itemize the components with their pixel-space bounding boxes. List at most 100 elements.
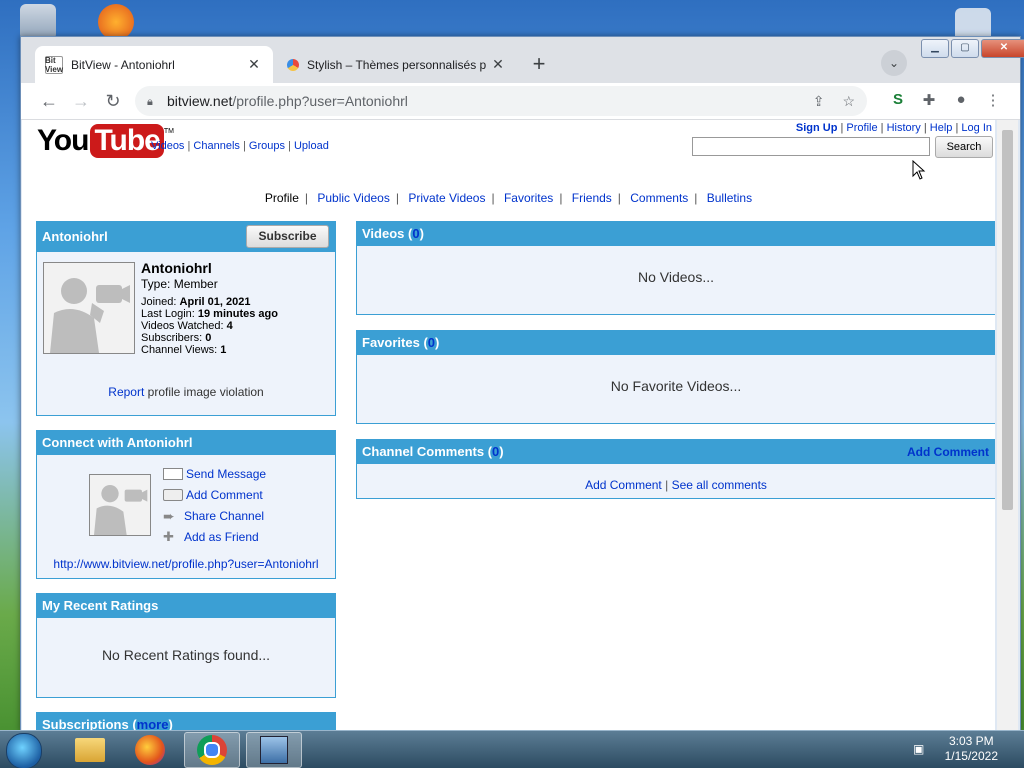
subscribe-button[interactable]: Subscribe [246,225,329,248]
last-login-value: 19 minutes ago [197,308,278,320]
profile-nav-current: Profile [264,191,299,205]
page-scrollbar[interactable] [997,120,1018,730]
reload-icon[interactable]: ↻ [101,89,125,113]
videos-title: Videos [362,226,405,241]
firefox-icon[interactable] [122,732,178,768]
help-link[interactable]: Help [930,122,953,134]
profile-nav-public-videos[interactable]: Public Videos [317,191,390,205]
recycle-bin-icon[interactable] [20,4,56,40]
tab-stylish[interactable]: Stylish – Thèmes personnalisés p ✕ [277,46,517,83]
nav-groups[interactable]: Groups [249,140,285,152]
share-channel-row[interactable]: ➨ Share Channel [163,509,264,523]
search-input[interactable] [692,137,930,156]
profile-nav-favorites[interactable]: Favorites [504,191,553,205]
profile-url-link[interactable]: http://www.bitview.net/profile.php?user=… [37,557,335,571]
profile-link[interactable]: Profile [846,122,877,134]
profile-info: Antoniohrl Type: Member Joined: April 01… [141,260,278,356]
sign-up-link[interactable]: Sign Up [796,122,838,134]
comment-icon [163,489,183,501]
stylish-extension-icon[interactable]: S [887,91,909,108]
nav-upload[interactable]: Upload [294,140,329,152]
subscribers-label: Subscribers: [141,332,203,344]
channel-views-label: Channel Views: [141,344,218,356]
web-page: You Tube TM Videos | Channels | Groups |… [22,120,995,730]
videos-box: Videos (0) No Videos... [356,221,995,315]
profile-name: Antoniohrl [141,260,212,276]
videos-watched-label: Videos Watched: [141,320,224,332]
joined-label: Joined: [141,296,177,308]
add-comment-row[interactable]: Add Comment [163,488,263,502]
send-message-link[interactable]: Send Message [186,467,266,481]
share-arrow-icon: ➨ [163,508,175,524]
maximize-button[interactable]: ▢ [951,39,979,58]
profile-box-title: Antoniohrl [42,229,108,244]
forward-arrow-icon[interactable]: → [69,89,93,113]
minimize-button[interactable]: ▁ [921,39,949,58]
ratings-box: My Recent Ratings No Recent Ratings foun… [36,593,336,698]
add-comment-link[interactable]: Add Comment [186,488,263,502]
start-button[interactable] [6,733,42,768]
send-message-row[interactable]: Send Message [163,467,266,481]
close-tab-icon[interactable]: ✕ [245,56,263,73]
favorites-close-paren: ) [435,335,440,350]
clock-date: 1/15/2022 [944,749,998,763]
logo-tm: TM [163,127,174,135]
profile-avatar-icon[interactable]: ● [950,91,972,108]
report-link[interactable]: Report [108,385,144,399]
videos-box-header: Videos (0) [357,222,995,246]
add-comment-header-link[interactable]: Add Comment [907,440,989,464]
channel-comments-box: Channel Comments (0) Add Comment Add Com… [356,439,995,499]
nav-channels[interactable]: Channels [193,140,239,152]
new-tab-button[interactable]: + [526,51,552,77]
subscribers-value: 0 [205,332,212,344]
see-all-comments-link[interactable]: See all comments [672,478,767,492]
back-arrow-icon[interactable]: ← [37,89,61,113]
bookmark-star-icon[interactable]: ☆ [842,93,855,110]
profile-nav-comments[interactable]: Comments [630,191,688,205]
profile-nav-bulletins[interactable]: Bulletins [707,191,752,205]
add-friend-row[interactable]: ✚ Add as Friend [163,530,259,545]
profile-nav-private-videos[interactable]: Private Videos [408,191,485,205]
type-value: Member [173,277,218,291]
extensions-puzzle-icon[interactable]: ✚ [918,91,940,109]
network-app-icon[interactable] [246,732,302,768]
connect-avatar [89,474,151,536]
comments-links: Add Comment | See all comments [585,478,767,492]
favorites-empty-message: No Favorite Videos... [610,378,742,394]
tab-bitview[interactable]: Bit View BitView - Antoniohrl ✕ [35,46,273,83]
profile-box: Antoniohrl Subscribe Antoniohrl Type: Me… [36,221,336,416]
menu-kebab-icon[interactable]: ⋮ [982,91,1004,109]
log-in-link[interactable]: Log In [961,122,992,134]
system-clock[interactable]: 3:03 PM 1/15/2022 [945,734,998,764]
videos-count[interactable]: 0 [412,226,419,241]
add-friend-link[interactable]: Add as Friend [184,530,259,544]
firefox-desktop-icon[interactable] [98,4,134,40]
tab-strip: Bit View BitView - Antoniohrl ✕ Stylish … [21,37,1024,83]
bitview-icon: Bit View [44,55,64,74]
profile-nav-friends[interactable]: Friends [572,191,612,205]
tab-title: BitView - Antoniohrl [71,57,175,72]
close-window-button[interactable]: ✕ [981,39,1024,58]
subscriptions-more-link[interactable]: more [137,717,169,730]
windows-explorer-icon[interactable] [62,732,118,768]
search-button[interactable]: Search [935,136,993,158]
profile-nav: Profile | Public Videos | Private Videos | … [264,191,753,205]
network-tray-icon[interactable]: ▣ [913,742,929,758]
chrome-icon[interactable] [184,732,240,768]
taskbar: ▣ 3:03 PM 1/15/2022 [0,730,1024,768]
top-links: Sign Up | Profile | History | Help | Log… [795,122,992,134]
subscriptions-title: Subscriptions [42,717,129,730]
share-channel-link[interactable]: Share Channel [184,509,264,523]
subscriptions-box-header: Subscriptions (more) [37,713,335,730]
favorites-title: Favorites [362,335,420,350]
videos-close-paren: ) [419,226,424,241]
favorites-count[interactable]: 0 [428,335,435,350]
add-comment-link[interactable]: Add Comment [585,478,662,492]
close-tab-icon[interactable]: ✕ [489,56,507,73]
scrollbar-thumb[interactable] [1002,130,1013,510]
history-link[interactable]: History [887,122,921,134]
share-icon[interactable]: ⇪ [813,93,825,110]
nav-videos[interactable]: Videos [151,140,184,152]
tab-search-button[interactable]: ⌄ [881,50,907,76]
address-bar[interactable]: 🔒︎ bitview.net/profile.php?user=Antonioh… [135,86,867,116]
